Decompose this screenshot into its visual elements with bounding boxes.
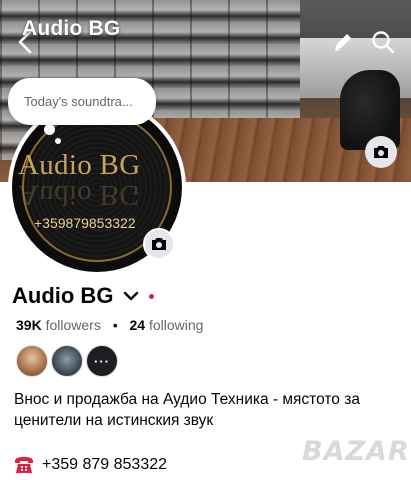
- profile-name-row: Audio BG: [12, 283, 155, 309]
- bazar-watermark: BAZAR: [302, 436, 410, 467]
- follower-avatar[interactable]: [51, 345, 83, 377]
- cover-camera-button[interactable]: [365, 136, 397, 168]
- pencil-icon: [335, 34, 351, 51]
- note-bubble[interactable]: Today's soundtra...: [8, 78, 156, 125]
- avatar-camera-button[interactable]: [143, 228, 175, 260]
- edit-button[interactable]: [330, 29, 356, 55]
- camera-icon: [374, 146, 388, 158]
- avatar-brand-reflection: Audio BG: [18, 179, 141, 211]
- follower-avatar[interactable]: [16, 345, 48, 377]
- following-count[interactable]: 24: [130, 317, 146, 333]
- profile-name: Audio BG: [12, 283, 114, 308]
- stats-separator: •: [112, 317, 118, 333]
- page-title: Audio BG: [22, 17, 121, 40]
- search-button[interactable]: [370, 29, 396, 55]
- camera-icon: [152, 238, 166, 250]
- followers-count[interactable]: 39K: [16, 317, 42, 333]
- more-followers-button[interactable]: ···: [86, 345, 118, 377]
- search-icon: [372, 31, 395, 54]
- followers-label[interactable]: followers: [46, 317, 101, 333]
- profile-stats: 39K followers • 24 following: [16, 317, 203, 333]
- contact-phone-number[interactable]: +359 879 853322: [42, 456, 167, 474]
- follower-avatars: ···: [16, 345, 121, 377]
- contact-phone[interactable]: +359 879 853322: [14, 456, 167, 474]
- following-label[interactable]: following: [149, 317, 203, 333]
- note-text: Today's soundtra...: [24, 94, 133, 109]
- telephone-icon: [15, 457, 33, 473]
- chevron-down-icon[interactable]: [123, 288, 139, 304]
- avatar-phone-text: +359879853322: [34, 215, 136, 231]
- note-bubble-tail-small: [55, 138, 61, 144]
- cover-chair: [340, 70, 400, 150]
- status-dot: [149, 293, 155, 299]
- note-bubble-tail: [44, 124, 55, 135]
- profile-bio: Внос и продажба на Аудио Техника - място…: [14, 391, 360, 429]
